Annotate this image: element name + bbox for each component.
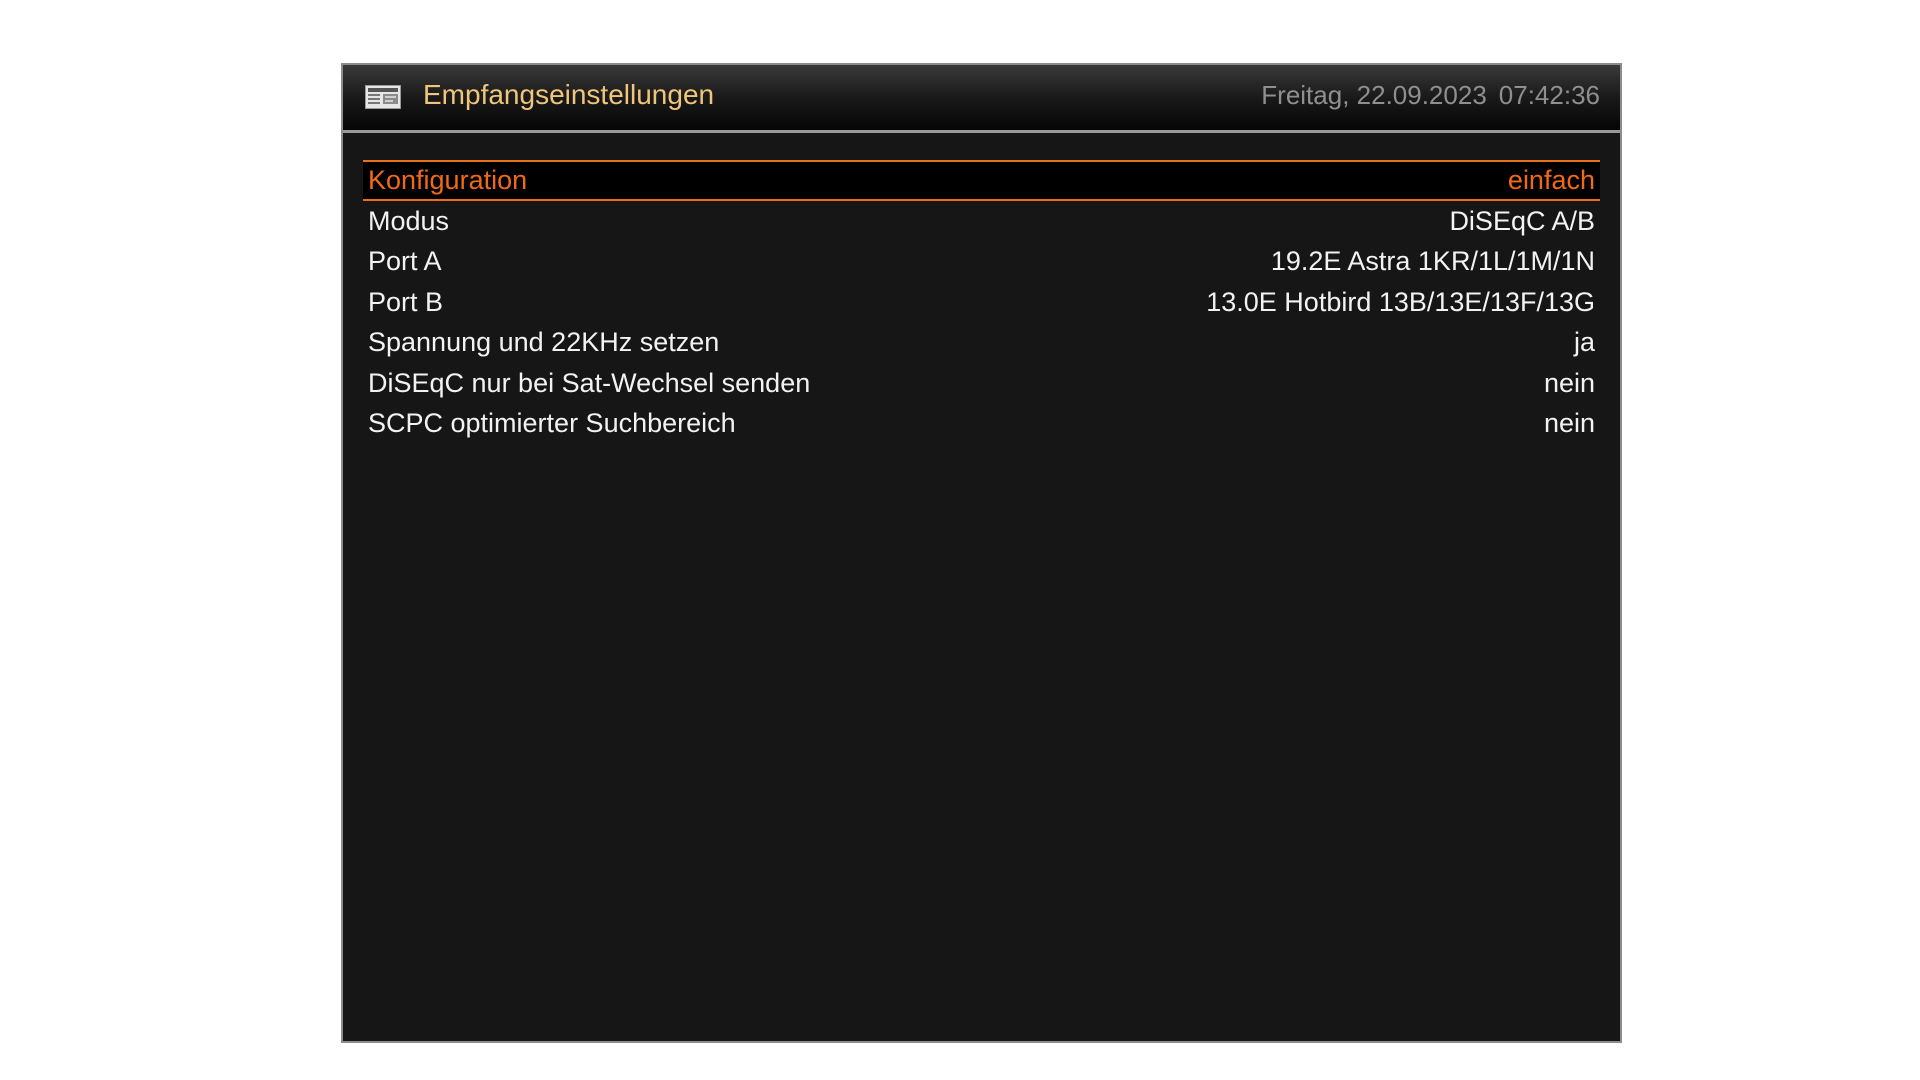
setting-row-modus[interactable]: Modus DiSEqC A/B: [363, 201, 1600, 242]
setting-value[interactable]: nein: [1544, 403, 1595, 443]
setting-row-diseqc-sat-change[interactable]: DiSEqC nur bei Sat-Wechsel senden nein: [363, 363, 1600, 404]
title-bar: Empfangseinstellungen Freitag, 22.09.202…: [343, 65, 1620, 133]
time-text: 07:42:36: [1498, 80, 1600, 110]
setting-label: Konfiguration: [368, 165, 528, 195]
setting-row-voltage-22khz[interactable]: Spannung und 22KHz setzen ja: [363, 322, 1600, 363]
setting-label: SCPC optimierter Suchbereich: [368, 408, 736, 438]
setting-value[interactable]: 19.2E Astra 1KR/1L/1M/1N: [1271, 241, 1595, 281]
setting-row-scpc-search[interactable]: SCPC optimierter Suchbereich nein: [363, 403, 1600, 444]
setting-value[interactable]: einfach: [1508, 162, 1595, 198]
setting-row-konfiguration[interactable]: Konfiguration einfach: [363, 160, 1600, 201]
date-text: Freitag, 22.09.2023: [1261, 80, 1487, 110]
setting-value[interactable]: ja: [1574, 322, 1595, 362]
setting-label: Spannung und 22KHz setzen: [368, 327, 720, 357]
setting-row-port-a[interactable]: Port A 19.2E Astra 1KR/1L/1M/1N: [363, 241, 1600, 282]
setting-value[interactable]: 13.0E Hotbird 13B/13E/13F/13G: [1206, 282, 1595, 322]
setting-label: Port A: [368, 246, 442, 276]
settings-screen-icon: [365, 85, 401, 109]
setting-label: Modus: [368, 205, 450, 236]
setting-label: DiSEqC nur bei Sat-Wechsel senden: [368, 367, 811, 398]
setting-row-port-b[interactable]: Port B 13.0E Hotbird 13B/13E/13F/13G: [363, 282, 1600, 323]
page-title: Empfangseinstellungen: [423, 79, 715, 110]
clock: Freitag, 22.09.2023 07:42:36: [1261, 80, 1600, 111]
setting-value[interactable]: DiSEqC A/B: [1449, 201, 1595, 241]
setting-value[interactable]: nein: [1544, 363, 1595, 403]
settings-window: Empfangseinstellungen Freitag, 22.09.202…: [341, 63, 1622, 1043]
setting-label: Port B: [368, 286, 444, 317]
settings-list: Konfiguration einfach Modus DiSEqC A/B P…: [363, 160, 1600, 444]
